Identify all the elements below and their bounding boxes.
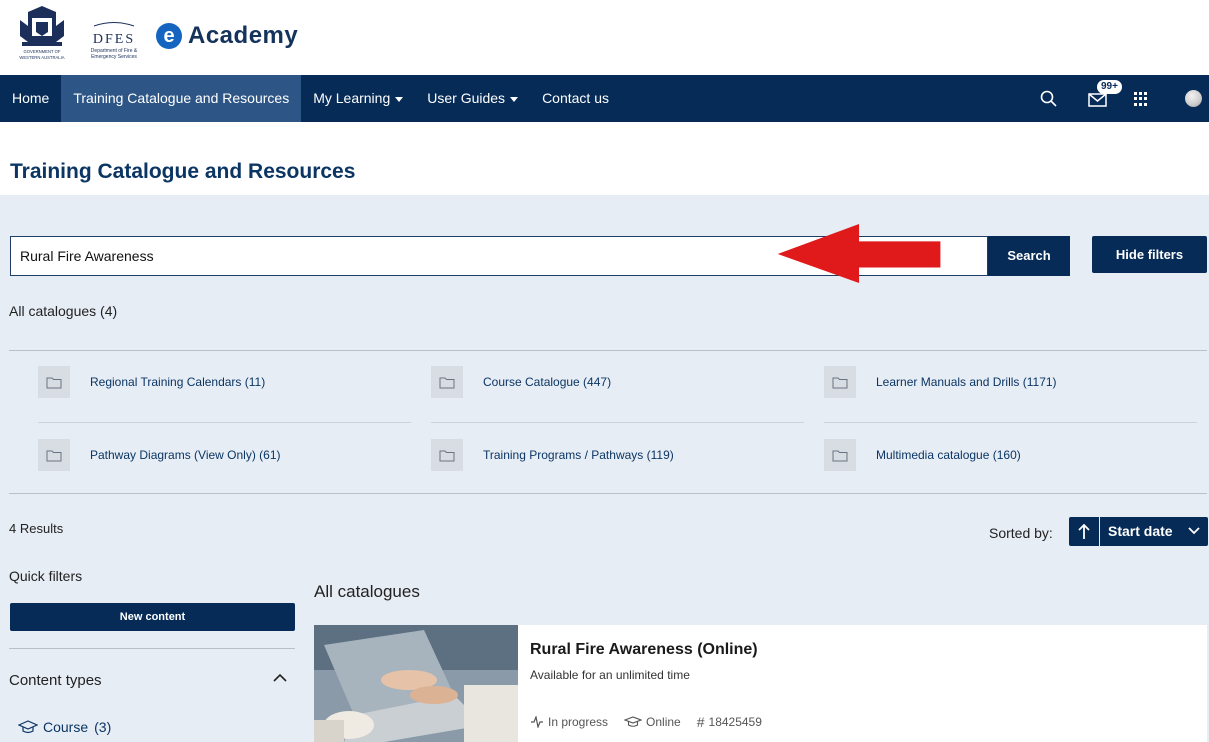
dfes-wordmark: DFES	[92, 32, 136, 47]
divider	[9, 350, 1207, 351]
results-count: 4 Results	[9, 521, 64, 536]
hide-filters-button[interactable]: Hide filters	[1092, 236, 1207, 273]
nav-training-catalogue-label: Training Catalogue and Resources	[73, 90, 290, 106]
gov-name-line2: WESTERN AUSTRALIA	[19, 55, 64, 60]
folder-icon	[832, 377, 848, 388]
folder-icon	[832, 450, 848, 461]
folder-icon-box	[431, 366, 463, 398]
sorted-by-label: Sorted by:	[989, 525, 1053, 541]
main-navbar: Home Training Catalogue and Resources My…	[0, 75, 1209, 122]
nav-user-guides-label: User Guides	[427, 90, 506, 106]
filter-course-label: Course	[43, 719, 89, 735]
folder-icon	[439, 377, 455, 388]
new-content-button[interactable]: New content	[10, 603, 295, 631]
catalogue-label: Course Catalogue (447)	[483, 375, 612, 389]
nav-home-label: Home	[12, 90, 50, 106]
catalogue-multimedia[interactable]: Multimedia catalogue (160)	[824, 439, 1021, 471]
folder-icon	[46, 377, 62, 388]
catalogue-course-catalogue[interactable]: Course Catalogue (447)	[431, 366, 611, 398]
activity-pulse-icon	[531, 716, 543, 728]
catalogue-pathway-diagrams[interactable]: Pathway Diagrams (View Only) (61)	[38, 439, 281, 471]
status-item: In progress	[530, 715, 608, 729]
result-title[interactable]: Rural Fire Awareness (Online)	[530, 641, 758, 659]
folder-icon-box	[824, 439, 856, 471]
mode-item: Online	[624, 715, 681, 729]
sort-direction-button[interactable]	[1069, 517, 1099, 546]
sort-value: Start date	[1108, 523, 1173, 539]
folder-icon-box	[38, 366, 70, 398]
search-icon[interactable]	[1040, 90, 1057, 107]
e-badge-icon: e	[156, 23, 182, 49]
listing-heading: All catalogues	[314, 582, 420, 601]
graduation-cap-icon	[18, 720, 38, 734]
catalogue-label: Training Programs / Pathways (119)	[483, 448, 674, 462]
filter-course[interactable]: Course (3)	[18, 719, 111, 735]
mode-text: Online	[646, 715, 681, 729]
content-types-label: Content types	[9, 672, 102, 689]
user-avatar[interactable]	[1185, 90, 1202, 107]
folder-icon	[46, 450, 62, 461]
nav-home[interactable]: Home	[0, 75, 61, 122]
all-catalogues-count[interactable]: All catalogues (4)	[9, 303, 117, 319]
folder-icon-box	[824, 366, 856, 398]
government-crest-logo: GOVERNMENT OF WESTERN AUSTRALIA	[19, 6, 65, 60]
catalogue-label: Learner Manuals and Drills (1171)	[876, 375, 1057, 389]
nav-user-guides[interactable]: User Guides	[415, 75, 530, 122]
logo-bar: GOVERNMENT OF WESTERN AUSTRALIA DFES Dep…	[0, 0, 1209, 75]
caret-down-icon	[395, 96, 404, 102]
search-button[interactable]: Search	[988, 236, 1070, 276]
caret-down-icon	[510, 96, 519, 102]
quick-filters-label: Quick filters	[9, 568, 83, 584]
eacademy-logo[interactable]: e Academy	[156, 22, 298, 50]
dfes-subtitle: Department of Fire & Emergency Services	[90, 48, 138, 60]
catalogue-separator	[431, 422, 804, 423]
divider	[9, 493, 1207, 494]
hash-icon: #	[696, 714, 705, 730]
result-meta: In progress Online # 18425459	[530, 714, 762, 730]
catalogue-training-programs[interactable]: Training Programs / Pathways (119)	[431, 439, 674, 471]
filter-course-count: (3)	[94, 719, 112, 735]
app-name: Academy	[188, 22, 299, 49]
catalogue-label: Regional Training Calendars (11)	[90, 375, 266, 389]
page-title: Training Catalogue and Resources	[10, 160, 356, 183]
search-panel: Rural Fire Awareness Search Hide filters…	[0, 195, 1209, 742]
course-thumbnail[interactable]	[314, 625, 518, 742]
catalogue-label: Multimedia catalogue (160)	[876, 448, 1021, 462]
nav-my-learning[interactable]: My Learning	[301, 75, 415, 122]
nav-training-catalogue[interactable]: Training Catalogue and Resources	[61, 75, 302, 122]
nav-contact-us-label: Contact us	[542, 90, 609, 106]
graduation-cap-icon	[624, 716, 643, 727]
catalogue-separator	[824, 422, 1197, 423]
catalogue-separator	[38, 422, 411, 423]
course-id: 18425459	[708, 715, 762, 729]
chevron-up-icon[interactable]	[273, 673, 287, 682]
nav-my-learning-label: My Learning	[313, 90, 391, 106]
chevron-down-icon	[1188, 527, 1200, 535]
notification-count-badge: 99+	[1097, 80, 1122, 94]
catalogue-learner-manuals[interactable]: Learner Manuals and Drills (1171)	[824, 366, 1057, 398]
laptop-typing-photo	[314, 625, 518, 742]
apps-grid-icon[interactable]	[1134, 92, 1148, 106]
red-arrow-annotation	[777, 223, 941, 284]
gov-name-line1: GOVERNMENT OF	[24, 49, 61, 54]
result-availability: Available for an unlimited time	[530, 668, 690, 682]
folder-icon-box	[431, 439, 463, 471]
nav-contact-us[interactable]: Contact us	[530, 75, 621, 122]
result-card[interactable]: Rural Fire Awareness (Online) Available …	[314, 625, 1207, 742]
folder-icon	[439, 450, 455, 461]
divider	[9, 648, 295, 649]
catalogue-regional-training-calendars[interactable]: Regional Training Calendars (11)	[38, 366, 265, 398]
status-text: In progress	[548, 715, 609, 729]
catalogue-label: Pathway Diagrams (View Only) (61)	[90, 448, 281, 462]
id-item: # 18425459	[697, 714, 762, 730]
sort-select[interactable]: Start date	[1100, 517, 1208, 546]
dfes-logo: DFES Department of Fire & Emergency Serv…	[84, 14, 144, 60]
folder-icon-box	[38, 439, 70, 471]
dfes-swoosh-icon	[93, 22, 135, 27]
arrow-up-icon	[1078, 523, 1090, 539]
